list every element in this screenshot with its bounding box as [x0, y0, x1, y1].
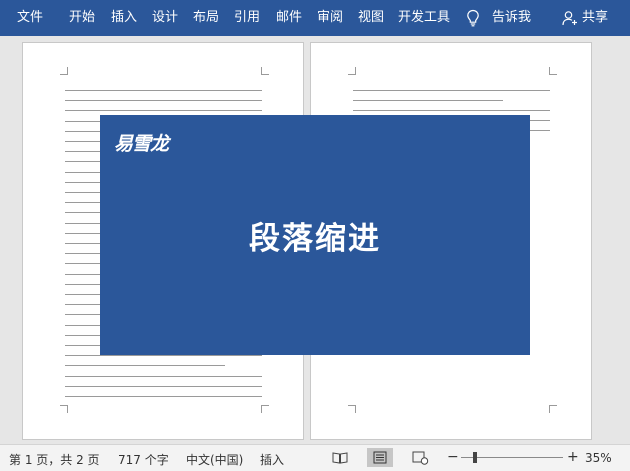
tab-view[interactable]: 视图: [358, 10, 384, 26]
margin-corner-mark: [549, 67, 557, 75]
web-layout-button[interactable]: [407, 448, 433, 467]
web-layout-icon: [412, 451, 429, 465]
margin-corner-mark: [549, 405, 557, 413]
tell-me-search[interactable]: 告诉我: [492, 10, 531, 26]
share-button[interactable]: 共享: [582, 10, 608, 26]
margin-corner-mark: [348, 67, 356, 75]
margin-corner-mark: [261, 405, 269, 413]
word-count[interactable]: 717 个字: [118, 451, 169, 468]
tab-developer[interactable]: 开发工具: [398, 10, 450, 26]
language-indicator[interactable]: 中文(中国): [186, 451, 243, 468]
body-text-line: [65, 110, 262, 112]
tab-file[interactable]: 文件: [17, 10, 43, 26]
tab-design[interactable]: 设计: [152, 10, 178, 26]
lightbulb-icon[interactable]: [466, 9, 480, 27]
body-text-line: [65, 365, 225, 367]
tab-insert[interactable]: 插入: [111, 10, 137, 26]
insert-mode-indicator[interactable]: 插入: [260, 451, 284, 468]
margin-corner-mark: [60, 405, 68, 413]
body-text-line: [353, 90, 550, 91]
ribbon-tabs-bar: 文件 开始 插入 设计 布局 引用 邮件 审阅 视图 开发工具 告诉我 共享: [0, 0, 630, 36]
margin-corner-mark: [60, 67, 68, 75]
print-layout-icon: [373, 451, 387, 464]
body-text-line: [353, 100, 503, 101]
read-mode-icon: [332, 452, 348, 464]
page-count[interactable]: 第 1 页，共 2 页: [9, 451, 100, 468]
body-text-line: [65, 90, 262, 91]
tab-references[interactable]: 引用: [234, 10, 260, 26]
zoom-level[interactable]: 35%: [585, 451, 612, 465]
body-text-line: [65, 355, 262, 357]
body-text-line: [65, 385, 262, 387]
title-overlay: 易雪龙 段落缩进: [100, 115, 530, 355]
tab-layout[interactable]: 布局: [193, 10, 219, 26]
body-text-line: [353, 110, 550, 111]
margin-corner-mark: [348, 405, 356, 413]
status-bar: 第 1 页，共 2 页 717 个字 中文(中国) 插入 − + 35%: [0, 444, 630, 471]
zoom-in-button[interactable]: +: [567, 449, 579, 465]
body-text-line: [65, 375, 262, 377]
brand-logo: 易雪龙: [114, 133, 169, 155]
zoom-out-button[interactable]: −: [447, 449, 459, 465]
zoom-slider-thumb[interactable]: [473, 452, 477, 463]
tab-home[interactable]: 开始: [69, 10, 95, 26]
read-mode-button[interactable]: [327, 448, 353, 467]
tab-review[interactable]: 审阅: [317, 10, 343, 26]
tab-mailings[interactable]: 邮件: [276, 10, 302, 26]
print-layout-button[interactable]: [367, 448, 393, 467]
margin-corner-mark: [261, 67, 269, 75]
share-person-icon[interactable]: [562, 10, 578, 26]
overlay-title: 段落缩进: [249, 221, 381, 257]
body-text-line: [65, 100, 262, 102]
body-text-line: [65, 396, 262, 397]
